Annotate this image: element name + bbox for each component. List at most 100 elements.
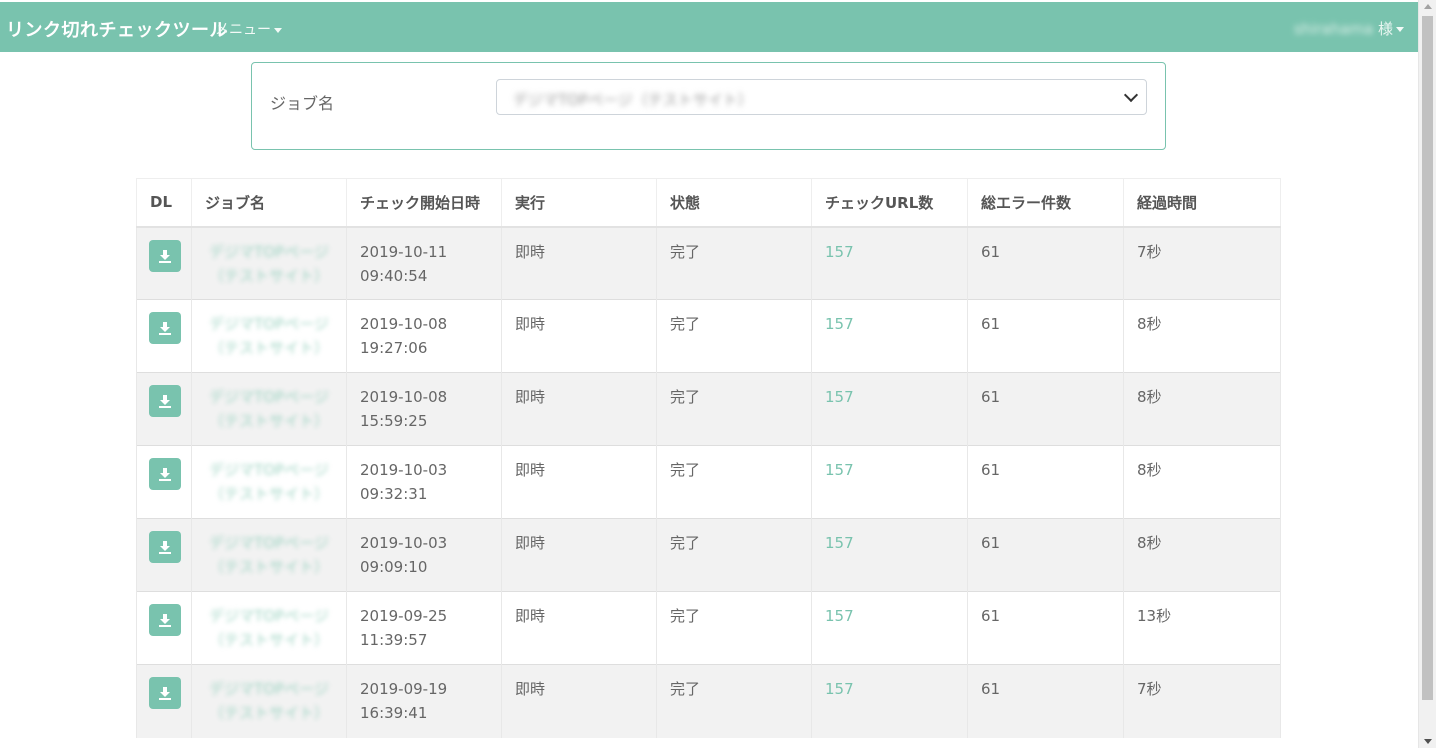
dl-cell bbox=[136, 445, 192, 519]
download-button[interactable] bbox=[149, 385, 181, 417]
elapsed-cell: 8秒 bbox=[1123, 299, 1281, 373]
header-execution: 実行 bbox=[501, 178, 657, 228]
url-count-cell: 157 bbox=[811, 226, 968, 300]
start-date: 2019-10-03 bbox=[360, 534, 448, 552]
start-datetime-cell: 2019-09-25 11:39:57 bbox=[346, 591, 502, 665]
dl-cell bbox=[136, 226, 192, 300]
start-date: 2019-10-03 bbox=[360, 461, 448, 479]
user-suffix: 様 bbox=[1373, 20, 1393, 38]
execution-cell: 即時 bbox=[501, 518, 657, 592]
scroll-down-icon[interactable] bbox=[1424, 739, 1432, 744]
download-button[interactable] bbox=[149, 312, 181, 344]
start-date: 2019-10-11 bbox=[360, 242, 448, 261]
start-date: 2019-10-08 bbox=[360, 388, 448, 406]
execution-cell: 即時 bbox=[501, 372, 657, 446]
url-count-cell: 157 bbox=[811, 518, 968, 592]
dl-cell bbox=[136, 591, 192, 665]
job-name-line1: デジマTOPページ bbox=[209, 607, 329, 625]
job-name-cell: デジマTOPページ （テストサイト） bbox=[191, 226, 347, 300]
job-name-line2: （テストサイト） bbox=[208, 485, 329, 503]
elapsed-cell: 7秒 bbox=[1123, 226, 1281, 300]
error-count-cell: 61 bbox=[967, 518, 1124, 592]
url-count-link[interactable]: 157 bbox=[825, 461, 854, 479]
job-name-line1: デジマTOPページ bbox=[209, 680, 329, 698]
vertical-scrollbar[interactable] bbox=[1418, 0, 1436, 748]
url-count-link[interactable]: 157 bbox=[825, 388, 854, 406]
start-datetime-cell: 2019-10-08 19:27:06 bbox=[346, 299, 502, 373]
url-count-link[interactable]: 157 bbox=[825, 243, 854, 261]
start-time: 11:39:57 bbox=[360, 631, 428, 649]
start-date: 2019-09-19 bbox=[360, 680, 448, 698]
caret-down-icon bbox=[1396, 27, 1404, 32]
start-date: 2019-10-08 bbox=[360, 315, 448, 333]
execution-cell: 即時 bbox=[501, 299, 657, 373]
start-datetime-cell: 2019-10-11 09:40:54 bbox=[346, 226, 502, 300]
url-count-cell: 157 bbox=[811, 299, 968, 373]
header-elapsed: 経過時間 bbox=[1123, 178, 1281, 228]
dl-cell bbox=[136, 518, 192, 592]
job-name-link[interactable]: デジマTOPページ （テストサイト） bbox=[205, 312, 333, 360]
url-count-link[interactable]: 157 bbox=[825, 680, 854, 698]
error-count-cell: 61 bbox=[967, 664, 1124, 738]
job-name-link[interactable]: デジマTOPページ （テストサイト） bbox=[205, 458, 333, 506]
status-cell: 完了 bbox=[656, 299, 812, 373]
error-count-cell: 61 bbox=[967, 372, 1124, 446]
job-name-line1: デジマTOPページ bbox=[209, 242, 329, 261]
navbar: リンク切れチェックツール メニュー shirahama 様 bbox=[0, 2, 1418, 52]
elapsed-cell: 8秒 bbox=[1123, 372, 1281, 446]
url-count-link[interactable]: 157 bbox=[825, 534, 854, 552]
download-button[interactable] bbox=[149, 239, 181, 272]
job-name-line1: デジマTOPページ bbox=[209, 315, 329, 333]
job-name-cell: デジマTOPページ （テストサイト） bbox=[191, 299, 347, 373]
start-datetime-cell: 2019-10-08 15:59:25 bbox=[346, 372, 502, 446]
job-name-cell: デジマTOPページ （テストサイト） bbox=[191, 445, 347, 519]
start-date: 2019-09-25 bbox=[360, 607, 448, 625]
scrollbar-thumb[interactable] bbox=[1422, 16, 1433, 700]
job-name-cell: デジマTOPページ （テストサイト） bbox=[191, 372, 347, 446]
table-row: デジマTOPページ （テストサイト） 2019-10-11 09:40:54 即… bbox=[136, 226, 1281, 300]
menu-dropdown[interactable]: メニュー bbox=[215, 19, 282, 39]
job-name-link[interactable]: デジマTOPページ （テストサイト） bbox=[205, 385, 333, 433]
url-count-link[interactable]: 157 bbox=[825, 315, 854, 333]
download-icon bbox=[159, 395, 171, 408]
job-name-link[interactable]: デジマTOPページ （テストサイト） bbox=[205, 240, 333, 288]
execution-cell: 即時 bbox=[501, 664, 657, 738]
job-filter-card: ジョブ名 デジマTOPページ（テストサイト） bbox=[251, 62, 1166, 150]
url-count-cell: 157 bbox=[811, 664, 968, 738]
error-count-cell: 61 bbox=[967, 226, 1124, 300]
start-time: 09:40:54 bbox=[360, 266, 428, 285]
url-count-link[interactable]: 157 bbox=[825, 607, 854, 625]
table-row: デジマTOPページ （テストサイト） 2019-10-08 19:27:06 即… bbox=[136, 299, 1281, 373]
status-cell: 完了 bbox=[656, 226, 812, 300]
dl-cell bbox=[136, 664, 192, 738]
job-name-link[interactable]: デジマTOPページ （テストサイト） bbox=[205, 604, 333, 652]
header-start-datetime: チェック開始日時 bbox=[346, 178, 502, 228]
job-name-link[interactable]: デジマTOPページ （テストサイト） bbox=[205, 677, 333, 725]
execution-cell: 即時 bbox=[501, 226, 657, 300]
header-url-count: チェックURL数 bbox=[811, 178, 968, 228]
job-name-line2: （テストサイト） bbox=[208, 704, 329, 722]
header-dl: DL bbox=[136, 178, 192, 228]
caret-down-icon bbox=[274, 27, 282, 33]
job-select[interactable]: デジマTOPページ（テストサイト） bbox=[496, 79, 1147, 115]
table-row: デジマTOPページ （テストサイト） 2019-10-08 15:59:25 即… bbox=[136, 372, 1281, 446]
download-button[interactable] bbox=[149, 677, 181, 709]
status-cell: 完了 bbox=[656, 591, 812, 665]
error-count-cell: 61 bbox=[967, 591, 1124, 665]
table-row: デジマTOPページ （テストサイト） 2019-10-03 09:32:31 即… bbox=[136, 445, 1281, 519]
job-select-value: デジマTOPページ（テストサイト） bbox=[513, 91, 753, 109]
app-title[interactable]: リンク切れチェックツール bbox=[6, 16, 228, 42]
scroll-up-icon[interactable] bbox=[1424, 4, 1432, 9]
job-name-line2: （テストサイト） bbox=[208, 558, 329, 576]
download-button[interactable] bbox=[149, 531, 181, 563]
start-time: 15:59:25 bbox=[360, 412, 428, 430]
download-icon bbox=[159, 614, 171, 627]
user-menu[interactable]: shirahama 様 bbox=[1294, 18, 1404, 39]
download-button[interactable] bbox=[149, 604, 181, 636]
job-name-link[interactable]: デジマTOPページ （テストサイト） bbox=[205, 531, 333, 579]
job-name-cell: デジマTOPページ （テストサイト） bbox=[191, 518, 347, 592]
execution-cell: 即時 bbox=[501, 445, 657, 519]
header-job-name: ジョブ名 bbox=[191, 178, 347, 228]
start-time: 16:39:41 bbox=[360, 704, 428, 722]
download-button[interactable] bbox=[149, 458, 181, 490]
